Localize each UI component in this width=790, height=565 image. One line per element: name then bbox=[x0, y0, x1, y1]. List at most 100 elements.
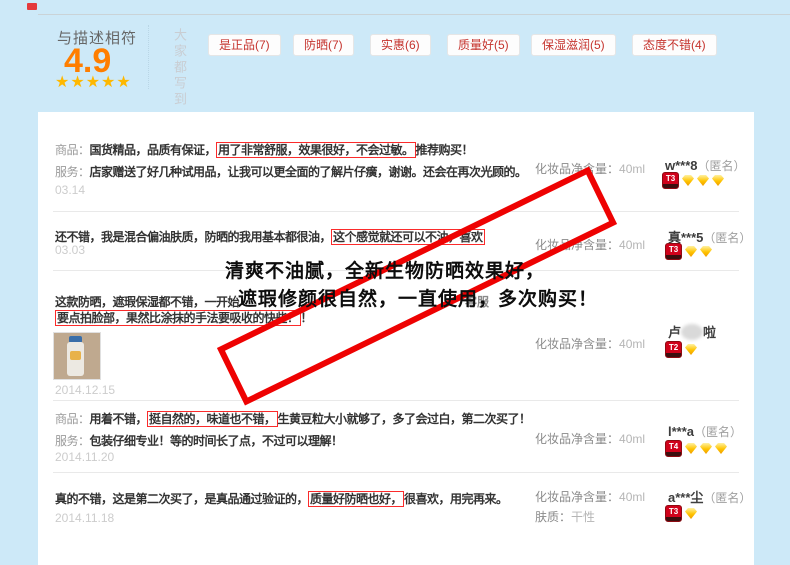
spec-label: 化妆品净含量： bbox=[535, 337, 619, 351]
badge-level: T3 bbox=[663, 173, 678, 184]
overlay-quote-line2: 遮瑕修颜很自然，一直使用，多次购买！ bbox=[238, 284, 598, 311]
spec-label: 化妆品净含量： bbox=[535, 432, 619, 446]
review-date: 2014.12.15 bbox=[55, 383, 115, 397]
spec-label: 化妆品净含量： bbox=[535, 490, 619, 504]
reviewer-name: a***尘（匿名） bbox=[668, 487, 751, 506]
review-segment: 还不错，我是混合偏油肤质，防晒的我用基本都很油， bbox=[55, 230, 331, 244]
reviewer-id: a***尘 bbox=[668, 490, 703, 505]
tag-moisture-button[interactable]: 保湿滋润(5) bbox=[531, 34, 616, 56]
review-segment: 生黄豆粒大小就够了，多了会过白，第二次买了！ bbox=[278, 412, 531, 426]
reviewer-credit: T4 bbox=[665, 440, 727, 457]
diamond-icon bbox=[700, 246, 712, 257]
review-segment: 真的不错，这是第二次买了，是真品通过验证的， bbox=[55, 492, 308, 506]
reviewer-name: 卢啦 bbox=[668, 322, 716, 341]
review-segment: 用着不错， bbox=[90, 412, 148, 426]
spec-value: 40ml bbox=[619, 337, 645, 351]
product-prefix: 商品： bbox=[55, 412, 90, 426]
badge-strip bbox=[663, 184, 678, 188]
anonymous-label: （匿名） bbox=[703, 491, 751, 505]
review-date: 2014.11.20 bbox=[55, 450, 114, 464]
review-date: 03.03 bbox=[55, 243, 85, 257]
diamond-icon bbox=[715, 443, 727, 454]
diamond-icon bbox=[685, 443, 697, 454]
product-prefix: 商品： bbox=[55, 143, 90, 157]
badge-level: T2 bbox=[666, 342, 681, 353]
diamond-icon bbox=[697, 175, 709, 186]
sku-spec: 化妆品净含量：40ml bbox=[535, 335, 645, 352]
review-segment: 这款防晒，遮瑕保湿都不错，一开始 bbox=[55, 295, 239, 309]
badge-strip bbox=[666, 255, 681, 259]
spec-value: 40ml bbox=[619, 162, 645, 176]
rating-stars-icon: ★★★★★ bbox=[55, 72, 132, 91]
spec-value: 40ml bbox=[619, 490, 645, 504]
taobao-level-badge: T3 bbox=[665, 243, 682, 260]
anonymous-label: （匿名） bbox=[694, 425, 742, 439]
diamond-icon bbox=[700, 443, 712, 454]
diamond-icon bbox=[682, 175, 694, 186]
reviewer-name: l***a（匿名） bbox=[668, 423, 742, 440]
reviewer-credit: T3 bbox=[662, 172, 724, 189]
review-text: 还不错，我是混合偏油肤质，防晒的我用基本都很油，这个感觉就还可以不油，喜欢 bbox=[55, 228, 485, 245]
spec-label: 肤质： bbox=[535, 510, 571, 524]
taobao-level-badge: T2 bbox=[665, 341, 682, 358]
badge-level: T4 bbox=[666, 441, 681, 452]
taobao-level-badge: T4 bbox=[665, 440, 682, 457]
reviewer-id: 卢 bbox=[668, 325, 681, 340]
reviewer-id: l***a bbox=[668, 424, 694, 439]
spec-value: 40ml bbox=[619, 432, 645, 446]
review-segment: 店家赠送了好几种试用品，让我可以更全面的了解片仔癀，谢谢。还会在再次光顾的。 bbox=[90, 165, 527, 179]
tag-sunscreen-button[interactable]: 防晒(7) bbox=[293, 34, 354, 56]
row-divider bbox=[53, 400, 739, 401]
service-prefix: 服务： bbox=[55, 434, 90, 448]
service-prefix: 服务： bbox=[55, 165, 90, 179]
overlay-quote-line1: 清爽不油腻，全新生物防晒效果好， bbox=[225, 256, 545, 283]
sku-spec: 化妆品净含量：40ml bbox=[535, 488, 645, 505]
reviewer-id: 啦 bbox=[703, 325, 716, 340]
highlighted-segment: 质量好防晒也好， bbox=[308, 491, 404, 507]
taobao-level-badge: T3 bbox=[662, 172, 679, 189]
review-page: 与描述相符 4.9 ★★★★★ 大家都写到 是正品(7) 防晒(7) 实惠(6)… bbox=[0, 0, 790, 565]
red-corner-mark bbox=[27, 3, 37, 10]
review-date: 03.14 bbox=[55, 183, 85, 197]
badge-strip bbox=[666, 517, 681, 521]
review-photo-thumbnail[interactable] bbox=[53, 332, 101, 380]
anonymous-label: （匿名） bbox=[698, 159, 746, 173]
review-segment: 推荐购买！ bbox=[416, 143, 474, 157]
taobao-level-badge: T3 bbox=[665, 505, 682, 522]
review-text: 真的不错，这是第二次买了，是真品通过验证的，质量好防晒也好，很喜欢，用完再来。 bbox=[55, 490, 508, 507]
review-date: 2014.11.18 bbox=[55, 511, 114, 525]
review-text: 商品：用着不错，挺自然的，味道也不错，生黄豆粒大小就够了，多了会过白，第二次买了… bbox=[55, 410, 531, 427]
reviewer-credit: T3 bbox=[665, 243, 712, 260]
review-text: 商品：国货精品，品质有保证，用了非常舒服，效果很好，不会过敏。推荐购买！ bbox=[55, 141, 473, 158]
spec-value: 40ml bbox=[619, 238, 645, 252]
spec-value: 干性 bbox=[571, 510, 595, 524]
tag-value-button[interactable]: 实惠(6) bbox=[370, 34, 431, 56]
diamond-icon bbox=[712, 175, 724, 186]
row-divider bbox=[53, 472, 739, 473]
diamond-icon bbox=[685, 508, 697, 519]
highlighted-segment: 用了非常舒服，效果很好，不会过敏。 bbox=[216, 142, 416, 158]
badge-strip bbox=[666, 452, 681, 456]
badge-level: T3 bbox=[666, 506, 681, 517]
sku-spec: 化妆品净含量：40ml bbox=[535, 430, 645, 447]
top-divider bbox=[38, 14, 790, 15]
review-text: 服务：店家赠送了好几种试用品，让我可以更全面的了解片仔癀，谢谢。还会在再次光顾的… bbox=[55, 163, 527, 180]
tag-attitude-button[interactable]: 态度不错(4) bbox=[632, 34, 717, 56]
vertical-divider bbox=[148, 25, 149, 89]
badge-strip bbox=[666, 353, 681, 357]
everyone-mentions-note: 大家都写到 bbox=[170, 28, 189, 108]
skin-type-spec: 肤质：干性 bbox=[535, 508, 595, 525]
review-segment: 包装仔细专业！等的时间长了点，不过可以理解！ bbox=[90, 434, 343, 448]
tag-quality-button[interactable]: 质量好(5) bbox=[447, 34, 520, 56]
reviewer-credit: T3 bbox=[665, 505, 697, 522]
diamond-icon bbox=[685, 246, 697, 257]
review-segment: 国货精品，品质有保证， bbox=[90, 143, 217, 157]
review-text: 这款防晒，遮瑕保湿都不错，一开始 bbox=[55, 293, 239, 310]
highlighted-segment: 要点拍脸部，果然比涂抹的手法要吸收的快些！ bbox=[55, 310, 301, 326]
highlighted-segment: 挺自然的，味道也不错， bbox=[147, 411, 278, 427]
review-text: 服务：包装仔细专业！等的时间长了点，不过可以理解！ bbox=[55, 432, 343, 449]
reviewer-id: w***8 bbox=[665, 158, 698, 173]
row-divider bbox=[53, 211, 739, 212]
badge-level: T3 bbox=[666, 244, 681, 255]
tag-genuine-button[interactable]: 是正品(7) bbox=[208, 34, 281, 56]
